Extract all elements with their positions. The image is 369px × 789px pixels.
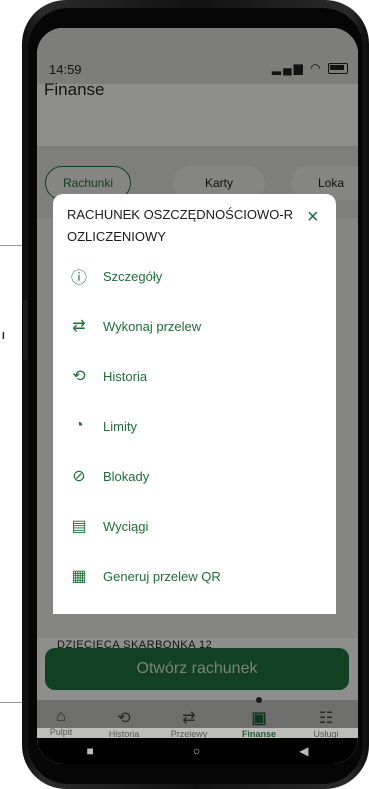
action-szczegoly[interactable]: ⓘ Szczegóły: [65, 256, 162, 296]
document-icon: ▤: [71, 518, 87, 535]
action-generuj-przelew-qr[interactable]: ▦ Generuj przelew QR: [65, 556, 220, 596]
transfer-arrows-icon: ⇄: [72, 318, 86, 335]
action-blokady[interactable]: ⊘ Blokady: [65, 456, 149, 496]
recents-icon[interactable]: ■: [87, 744, 94, 758]
action-limity[interactable]: ◔ Limity: [65, 406, 137, 446]
block-icon: ⊘: [72, 468, 86, 485]
gauge-icon: ◔: [74, 417, 84, 434]
qr-code-icon: ▦: [71, 568, 87, 585]
action-wyciagi[interactable]: ▤ Wyciągi: [65, 506, 148, 546]
modal-actions-list: ⓘ Szczegóły ⇄ Wykonaj przelew ⟲ Historia ◔ L…: [53, 252, 336, 614]
back-icon[interactable]: ◀: [299, 744, 308, 758]
action-historia[interactable]: ⟲ Historia: [65, 356, 147, 396]
system-nav-bar: ■ ○ ◀: [37, 738, 358, 764]
history-icon: ⟲: [72, 368, 86, 385]
close-icon[interactable]: ×: [307, 206, 319, 229]
modal-title: RACHUNEK OSZCZĘDNOŚCIOWO-R OZLICZENIOWY: [67, 207, 294, 244]
action-wykonaj-przelew[interactable]: ⇄ Wykonaj przelew: [65, 306, 201, 346]
account-actions-modal: RACHUNEK OSZCZĘDNOŚCIOWO-R OZLICZENIOWY …: [53, 194, 336, 614]
phone-screen: 14:59 ▂▄▆ ◠ Finanse Rachunki Karty Loka …: [37, 28, 358, 764]
info-circle-icon: ⓘ: [70, 270, 87, 287]
callout-label: I: [2, 331, 5, 342]
home-circle-icon[interactable]: ○: [193, 744, 200, 758]
